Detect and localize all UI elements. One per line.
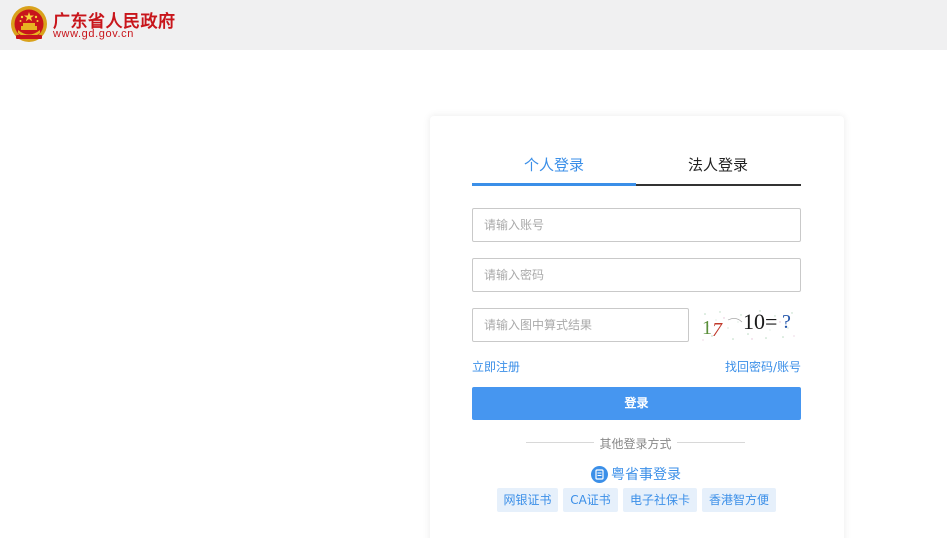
login-button[interactable]: 登录 (472, 387, 801, 420)
e-social-security-card-login-button[interactable]: 电子社保卡 (623, 488, 697, 512)
svg-text:7: 7 (712, 319, 723, 341)
bank-certificate-login-button[interactable]: 网银证书 (497, 488, 558, 512)
login-card: 个人登录 法人登录 1 7 10= ? 立即注册 找回密码/账号 登录 其他登录… (430, 116, 844, 538)
top-header: 广东省人民政府 www.gd.gov.cn (0, 0, 947, 50)
divider-line-right (677, 442, 745, 443)
yuesheng-shi-label: 粤省事登录 (611, 467, 681, 483)
svg-text:?: ? (782, 311, 791, 333)
active-tab-indicator (472, 183, 636, 186)
tab-legal-person-login[interactable]: 法人登录 (636, 154, 800, 184)
hk-iamsmart-login-button[interactable]: 香港智方便 (702, 488, 776, 512)
password-input[interactable] (472, 258, 801, 292)
national-emblem-icon (11, 6, 47, 42)
divider-line-left (526, 442, 594, 443)
svg-text:1: 1 (702, 317, 712, 339)
yuesheng-shi-icon (591, 465, 608, 483)
captcha-image[interactable]: 1 7 10= ? (700, 306, 797, 344)
forgot-password-link[interactable]: 找回密码/账号 (725, 358, 801, 375)
svg-text:10=: 10= (743, 309, 777, 334)
account-input[interactable] (472, 208, 801, 242)
tab-personal-login[interactable]: 个人登录 (472, 154, 636, 184)
site-url: www.gd.gov.cn (53, 28, 134, 40)
ca-certificate-login-button[interactable]: CA证书 (563, 488, 618, 512)
captcha-input[interactable] (472, 308, 689, 342)
yuesheng-shi-login-button[interactable]: 粤省事登录 (591, 464, 681, 484)
other-methods-label: 其他登录方式 (599, 437, 672, 451)
register-link[interactable]: 立即注册 (472, 358, 520, 375)
login-tabs: 个人登录 法人登录 (472, 154, 801, 186)
